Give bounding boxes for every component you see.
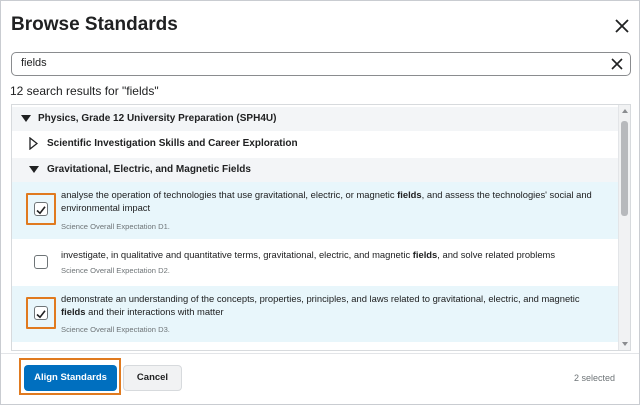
standard-item[interactable]: demonstrate an understanding of the conc… — [12, 286, 618, 342]
standard-item[interactable]: investigate, in qualitative and quantita… — [12, 239, 618, 286]
standard-text: investigate, in qualitative and quantita… — [61, 249, 556, 260]
checkbox-d1[interactable] — [34, 202, 48, 216]
scrollbar-thumb[interactable] — [621, 121, 628, 216]
browse-standards-dialog: Browse Standards fields 12 search result… — [0, 0, 640, 405]
caret-down-icon[interactable] — [21, 115, 31, 122]
tree-node-course[interactable]: Physics, Grade 12 University Preparation… — [12, 107, 618, 131]
tree-node-strand-b-label: Gravitational, Electric, and Magnetic Fi… — [47, 164, 251, 175]
standard-item[interactable]: analyse the operation of technologies th… — [12, 182, 618, 239]
tree-node-strand-a-label: Scientific Investigation Skills and Care… — [47, 138, 298, 149]
checkmark-icon — [36, 310, 46, 319]
close-icon[interactable] — [613, 17, 631, 35]
standard-text: analyse the operation of technologies th… — [61, 189, 592, 213]
checkmark-icon — [36, 206, 46, 215]
scroll-up-icon[interactable] — [622, 109, 628, 113]
caret-down-icon[interactable] — [29, 166, 39, 173]
clear-search-icon[interactable] — [610, 57, 624, 71]
search-input[interactable]: fields — [11, 52, 631, 76]
standard-code: Science Overall Expectation D2. — [61, 266, 170, 275]
align-standards-button[interactable]: Align Standards — [24, 365, 117, 391]
checkbox-d3[interactable] — [34, 306, 48, 320]
footer-divider — [1, 353, 639, 354]
standards-list[interactable]: Physics, Grade 12 University Preparation… — [11, 104, 631, 351]
selected-count: 2 selected — [573, 373, 615, 383]
caret-right-icon[interactable] — [29, 137, 38, 150]
results-count: 12 search results for "fields" — [10, 84, 159, 98]
tree-node-strand-a[interactable]: Scientific Investigation Skills and Care… — [12, 132, 618, 156]
standard-text: demonstrate an understanding of the conc… — [61, 293, 580, 317]
search-value[interactable]: fields — [21, 57, 47, 69]
tree-node-course-label: Physics, Grade 12 University Preparation… — [38, 113, 277, 124]
standard-code: Science Overall Expectation D3. — [61, 325, 170, 334]
standard-code: Science Overall Expectation D1. — [61, 222, 170, 231]
scroll-down-icon[interactable] — [622, 342, 628, 346]
dialog-title: Browse Standards — [11, 14, 178, 35]
tree-node-strand-b[interactable]: Gravitational, Electric, and Magnetic Fi… — [12, 158, 618, 182]
scrollbar[interactable] — [618, 105, 630, 350]
checkbox-d2[interactable] — [34, 255, 48, 269]
cancel-button[interactable]: Cancel — [123, 365, 182, 391]
